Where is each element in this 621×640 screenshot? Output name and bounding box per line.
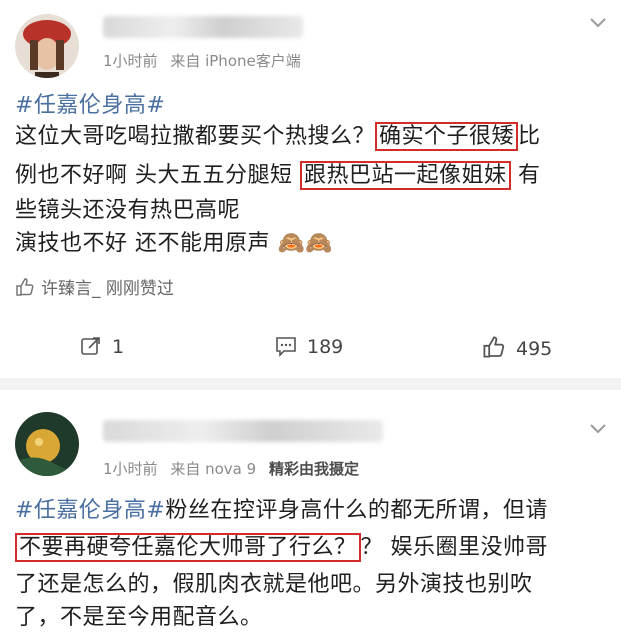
liked-by[interactable]: 许臻言_ 刚刚赞过 [15, 274, 174, 299]
comment-count: 189 [307, 336, 344, 358]
post-text-line: 不要再硬夸任嘉伦大帅哥了行么？？ 娱乐圈里没帅哥 [15, 533, 549, 562]
repost-icon [81, 337, 100, 355]
weibo-post-2: 1小时前 来自 nova 9 精彩由我摄定 #任嘉伦身高#粉丝在控评身高什么的都… [0, 390, 621, 640]
post-source[interactable]: 来自 iPhone客户端 [170, 52, 300, 70]
liked-by-text: 许臻言_ 刚刚赞过 [41, 279, 174, 299]
repost-button[interactable]: 1 [80, 335, 124, 358]
text-segment: 粉丝在控评身高什么的都无所谓，但请 [165, 498, 548, 523]
topic-hashtag[interactable]: #任嘉伦身高# [15, 498, 165, 523]
post-time: 1小时前 [103, 460, 158, 478]
post-meta: 1小时前 来自 nova 9 精彩由我摄定 [103, 458, 367, 479]
chevron-down-icon[interactable] [589, 422, 607, 434]
comment-button[interactable]: 189 [275, 335, 343, 358]
avatar[interactable] [15, 14, 79, 78]
like-count: 495 [516, 338, 553, 360]
post-text-line: 了还是怎么的，假肌肉衣就是他吧。另外演技也别吹 [15, 571, 533, 599]
blurred-username[interactable] [103, 420, 383, 442]
highlight-box: 跟热巴站一起像姐妹 [300, 161, 511, 190]
highlight-box: 确实个子很矮 [375, 122, 519, 151]
avatar[interactable] [15, 412, 79, 476]
post-source-extra: 精彩由我摄定 [268, 460, 359, 478]
comment-icon [276, 337, 296, 357]
post-text-line: 例也不好啊 头大五五分腿短 跟热巴站一起像姐妹 有 [15, 161, 541, 190]
post-source[interactable]: 来自 nova 9 [170, 460, 256, 478]
post-time: 1小时前 [103, 52, 158, 70]
text-segment: 比 [518, 124, 541, 149]
post-text-line: #任嘉伦身高#粉丝在控评身高什么的都无所谓，但请 [15, 497, 548, 525]
text-segment: 有 [510, 163, 541, 188]
text-segment: 例也不好啊 头大五五分腿短 [15, 163, 300, 188]
text-segment: 演技也不好 还不能用原声 🙈🙈 [15, 231, 334, 256]
thumb-up-icon [16, 278, 34, 296]
post-text-line: 了，不是至今用配音么。 [15, 604, 263, 632]
text-segment: 了，不是至今用配音么。 [15, 605, 263, 630]
text-segment: 这位大哥吃喝拉撒都要买个热搜么？ [15, 124, 376, 149]
repost-count: 1 [112, 336, 125, 358]
action-bar: 1 189 495 [0, 335, 621, 365]
blurred-username[interactable] [103, 16, 303, 38]
text-segment: ？ 娱乐圈里没帅哥 [360, 535, 549, 560]
topic-hashtag[interactable]: #任嘉伦身高# [15, 93, 165, 118]
post-text-line: #任嘉伦身高# [15, 92, 165, 120]
post-text-line: 这位大哥吃喝拉撒都要买个热搜么？ 确实个子很矮比 [15, 122, 541, 151]
post-text-line: 些镜头还没有热巴高呢 [15, 197, 240, 225]
chevron-down-icon[interactable] [589, 16, 607, 28]
text-segment: 了还是怎么的，假肌肉衣就是他吧。另外演技也别吹 [15, 572, 533, 597]
weibo-post-1: 1小时前 来自 iPhone客户端 #任嘉伦身高# 这位大哥吃喝拉撒都要买个热搜… [0, 0, 621, 378]
highlight-box: 不要再硬夸任嘉伦大帅哥了行么？ [15, 533, 361, 562]
like-icon [483, 336, 505, 358]
like-button[interactable]: 495 [482, 335, 552, 360]
post-text-line: 演技也不好 还不能用原声 🙈🙈 [15, 230, 333, 258]
text-segment: 些镜头还没有热巴高呢 [15, 198, 241, 223]
post-meta: 1小时前 来自 iPhone客户端 [103, 50, 309, 71]
